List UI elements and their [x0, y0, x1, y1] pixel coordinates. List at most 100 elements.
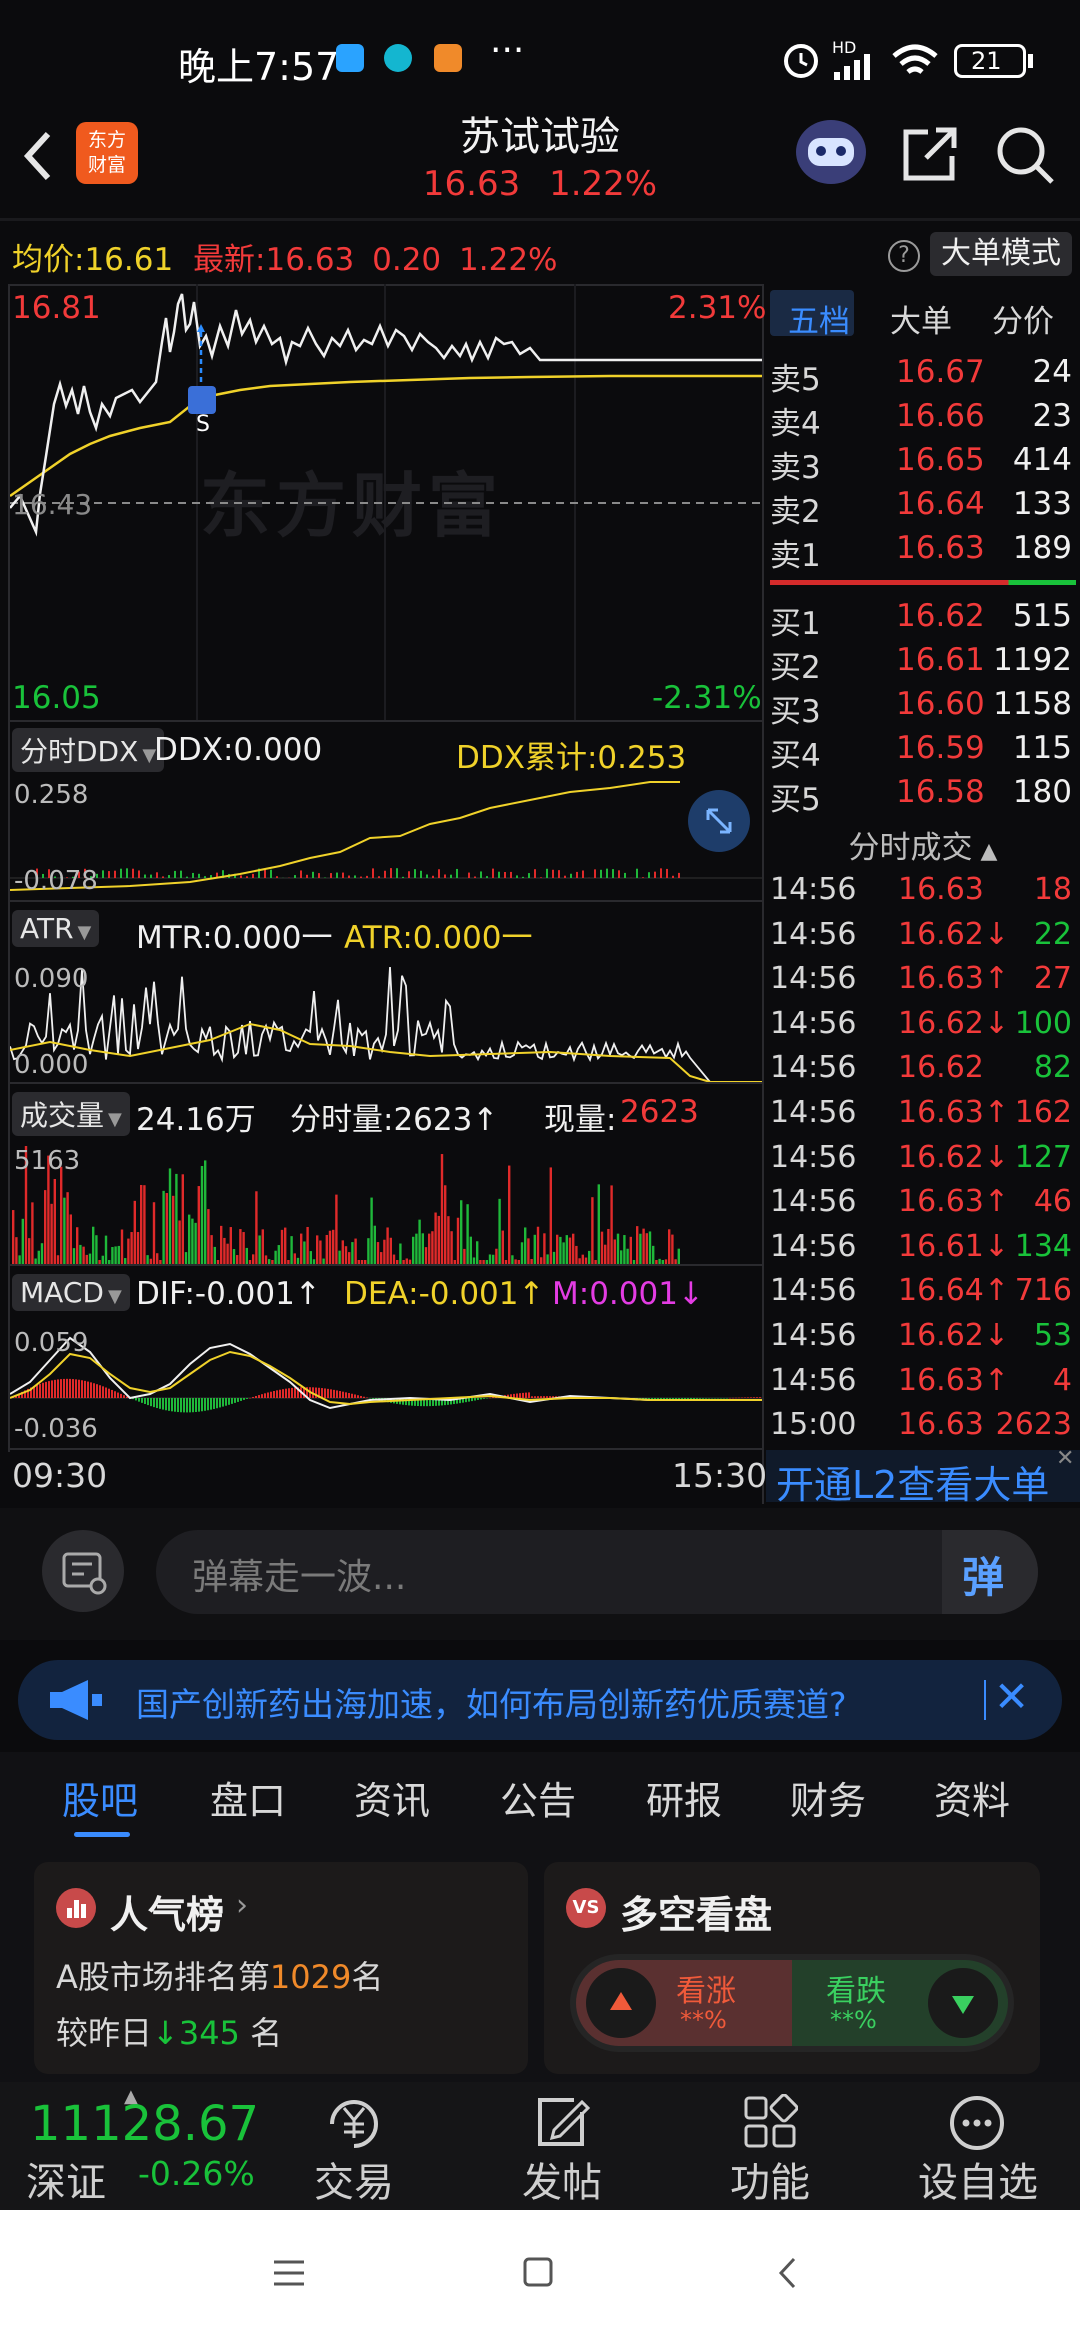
- tab-news[interactable]: 资讯: [354, 1770, 430, 1825]
- volume-selector[interactable]: 成交量 ▼: [12, 1092, 130, 1136]
- ddx-chart[interactable]: [10, 778, 762, 900]
- tab-profile[interactable]: 资料: [934, 1770, 1010, 1825]
- ddx-bar: [330, 873, 332, 878]
- macd-bar: [273, 1390, 275, 1398]
- ddx-bottom-label: -0.078: [14, 866, 98, 896]
- close-banner-icon[interactable]: ✕: [994, 1672, 1029, 1721]
- atr-selector[interactable]: ATR ▼: [12, 910, 100, 947]
- trade-icon[interactable]: [322, 2094, 386, 2150]
- bid-row[interactable]: 买5 16.58 180: [770, 774, 1076, 818]
- functions-icon[interactable]: [742, 2094, 798, 2150]
- ask-row[interactable]: 卖4 16.66 23: [770, 398, 1076, 442]
- ask-row[interactable]: 卖1 16.63 189: [770, 530, 1076, 574]
- bid-label: 买2: [770, 650, 821, 686]
- volume-bar: [546, 1254, 549, 1264]
- back-nav-icon[interactable]: [776, 2256, 800, 2290]
- app-logo[interactable]: 东方 财富: [76, 122, 138, 184]
- nav-add-watchlist[interactable]: 设自选: [908, 2150, 1048, 2208]
- macd-bar: [102, 1386, 104, 1398]
- battery-icon: 21: [954, 44, 1026, 78]
- macd-bar: [96, 1384, 98, 1398]
- index-name[interactable]: 深证: [26, 2150, 106, 2208]
- back-icon[interactable]: [18, 126, 58, 186]
- volume-bar: [488, 1254, 492, 1264]
- trade-time: 15:00: [770, 1407, 857, 1443]
- ask-row[interactable]: 卖2 16.64 133: [770, 486, 1076, 530]
- macd-chart[interactable]: [10, 1324, 762, 1448]
- macd-bottom-label: -0.036: [14, 1414, 98, 1444]
- danmu-settings-icon[interactable]: [42, 1530, 124, 1612]
- expand-chart-icon[interactable]: [688, 790, 750, 852]
- current-volume-value: 2623: [620, 1094, 699, 1130]
- volume-chart[interactable]: [10, 1142, 762, 1264]
- tab-research[interactable]: 研报: [646, 1770, 722, 1825]
- minute-volume: 分时量:2623↑: [290, 1102, 499, 1138]
- index-value[interactable]: 11128.67: [30, 2096, 259, 2152]
- ddx-selector[interactable]: 分时DDX ▼: [12, 728, 165, 772]
- bid-row[interactable]: 买4 16.59 115: [770, 730, 1076, 774]
- trades-header[interactable]: 分时成交 ▲: [770, 822, 1076, 867]
- tab-finance[interactable]: 财务: [790, 1770, 866, 1825]
- ask-price: 16.63: [896, 530, 985, 566]
- low-pct-label: -2.31%: [652, 680, 762, 716]
- bid-row[interactable]: 买1 16.62 515: [770, 598, 1076, 642]
- ask-row[interactable]: 卖5 16.67 24: [770, 354, 1076, 398]
- volume-bar: [517, 1260, 520, 1264]
- intraday-chart[interactable]: [10, 286, 762, 720]
- robot-assistant-icon[interactable]: [796, 120, 866, 184]
- search-icon[interactable]: [994, 124, 1056, 186]
- rank-change-line: 较昨日↓345 名: [56, 2008, 282, 2054]
- bear-button[interactable]: 看跌 **%: [792, 1960, 1008, 2046]
- nav-functions[interactable]: 功能: [700, 2150, 840, 2208]
- home-icon[interactable]: [522, 2256, 556, 2290]
- bid-row[interactable]: 买2 16.61 1192: [770, 642, 1076, 686]
- volume-bar: [626, 1248, 629, 1264]
- big-order-mode-button[interactable]: 大单模式: [930, 232, 1072, 276]
- volume-bar: [284, 1227, 287, 1264]
- volume-bar: [316, 1235, 319, 1264]
- sentiment-card[interactable]: VS 多空看盘 看涨 **% 看跌 **%: [544, 1862, 1040, 2074]
- macd-bar: [747, 1397, 749, 1398]
- time-axis-start: 09:30: [12, 1456, 108, 1495]
- tab-five-levels[interactable]: 五档: [788, 296, 850, 341]
- tab-pankou[interactable]: 盘口: [210, 1770, 286, 1825]
- popularity-card[interactable]: 人气榜 › A股市场排名第1029名 较昨日↓345 名: [34, 1862, 528, 2074]
- volume-bar: [28, 1238, 31, 1264]
- volume-bar: [664, 1259, 668, 1264]
- close-icon[interactable]: ✕: [1056, 1446, 1074, 1471]
- nav-post[interactable]: 发帖: [492, 2150, 632, 2208]
- ask-row[interactable]: 卖3 16.65 414: [770, 442, 1076, 486]
- l2-link[interactable]: 开通L2查看大单: [776, 1454, 1049, 1509]
- menu-icon[interactable]: [272, 2258, 306, 2288]
- volume-bar: [415, 1233, 418, 1264]
- nav-trade[interactable]: 交易: [284, 2150, 424, 2208]
- news-banner[interactable]: 国产创新药出海加速，如何布局创新药优质赛道? ✕: [18, 1660, 1062, 1740]
- volume-bar: [479, 1260, 482, 1264]
- bull-button[interactable]: 看涨 **%: [576, 1960, 792, 2046]
- macd-bar: [480, 1398, 482, 1400]
- share-icon[interactable]: [900, 124, 960, 184]
- tab-big-orders[interactable]: 大单: [890, 296, 952, 341]
- macd-selector[interactable]: MACD ▼: [12, 1274, 130, 1311]
- trade-volume: 22: [1033, 916, 1072, 952]
- danmu-send-button[interactable]: 弹: [942, 1530, 1038, 1614]
- tab-price-distribution[interactable]: 分价: [992, 296, 1054, 341]
- atr-chart[interactable]: [10, 960, 762, 1082]
- macd-bar: [177, 1398, 179, 1413]
- help-icon[interactable]: ?: [888, 240, 920, 272]
- more-icon[interactable]: [948, 2094, 1006, 2152]
- volume-bar: [332, 1229, 335, 1264]
- macd-bar: [219, 1398, 221, 1408]
- volume-bar: [392, 1254, 396, 1264]
- danmu-input[interactable]: 弹幕走一波... 弹: [156, 1530, 1038, 1614]
- bid-row[interactable]: 买3 16.60 1158: [770, 686, 1076, 730]
- tab-guba[interactable]: 股吧: [62, 1770, 138, 1825]
- danmu-bar: 弹幕走一波... 弹: [0, 1508, 1080, 1640]
- volume-bar: [514, 1259, 517, 1264]
- ddx-bar: [504, 871, 506, 878]
- volume-bar: [607, 1228, 610, 1264]
- trade-row: 14:56 16.63↑ 27: [770, 961, 1076, 1005]
- tab-announcements[interactable]: 公告: [500, 1770, 576, 1825]
- l2-banner[interactable]: 开通L2查看大单 ✕: [766, 1446, 1080, 1507]
- post-icon[interactable]: [532, 2094, 592, 2150]
